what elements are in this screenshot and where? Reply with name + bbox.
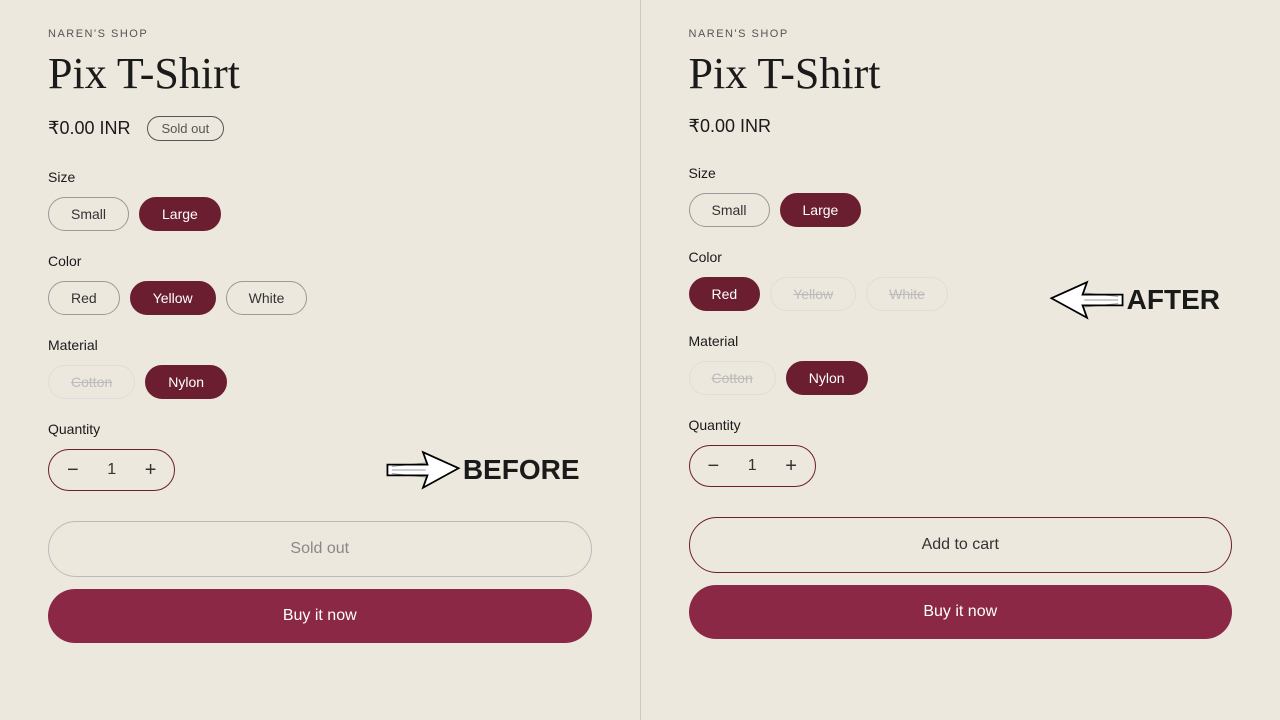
left-qty-minus[interactable]: − — [49, 450, 97, 490]
left-shop-name: NAREN'S SHOP — [48, 28, 592, 40]
left-qty-control: − 1 + — [48, 449, 175, 491]
left-size-options: Small Large — [48, 197, 592, 231]
right-quantity-row: − 1 + — [689, 445, 1233, 487]
left-material-label: Material — [48, 337, 592, 353]
left-buy-button[interactable]: Buy it now — [48, 589, 592, 643]
right-material-cotton: Cotton — [689, 361, 776, 395]
right-price: ₹0.00 INR — [689, 116, 772, 137]
right-size-label: Size — [689, 165, 1233, 181]
right-shop-name: NAREN'S SHOP — [689, 28, 1233, 40]
right-color-yellow: Yellow — [770, 277, 856, 311]
right-qty-minus[interactable]: − — [690, 446, 738, 486]
left-color-yellow[interactable]: Yellow — [130, 281, 216, 315]
right-qty-plus[interactable]: + — [767, 446, 815, 486]
left-size-large[interactable]: Large — [139, 197, 221, 231]
left-panel: NAREN'S SHOP Pix T-Shirt ₹0.00 INR Sold … — [0, 0, 641, 720]
left-quantity-label: Quantity — [48, 421, 592, 437]
left-sold-out-badge: Sold out — [147, 116, 225, 141]
left-qty-value: 1 — [97, 461, 127, 479]
left-color-label: Color — [48, 253, 592, 269]
left-price: ₹0.00 INR — [48, 118, 131, 139]
right-color-red[interactable]: Red — [689, 277, 761, 311]
right-color-label: Color — [689, 249, 1233, 265]
right-size-large[interactable]: Large — [780, 193, 862, 227]
right-size-options: Small Large — [689, 193, 1233, 227]
right-color-options: Red Yellow White — [689, 277, 1233, 311]
left-material-options: Cotton Nylon — [48, 365, 592, 399]
right-price-row: ₹0.00 INR — [689, 116, 1233, 137]
right-qty-control: − 1 + — [689, 445, 816, 487]
left-color-red[interactable]: Red — [48, 281, 120, 315]
right-material-nylon[interactable]: Nylon — [786, 361, 868, 395]
left-material-nylon[interactable]: Nylon — [145, 365, 227, 399]
left-size-small[interactable]: Small — [48, 197, 129, 231]
right-material-options: Cotton Nylon — [689, 361, 1233, 395]
left-sold-out-button: Sold out — [48, 521, 592, 577]
left-qty-plus[interactable]: + — [127, 450, 175, 490]
right-product-title: Pix T-Shirt — [689, 50, 1233, 98]
right-buy-button[interactable]: Buy it now — [689, 585, 1233, 639]
right-material-label: Material — [689, 333, 1233, 349]
left-color-white[interactable]: White — [226, 281, 308, 315]
left-material-cotton: Cotton — [48, 365, 135, 399]
left-color-options: Red Yellow White — [48, 281, 592, 315]
right-panel: NAREN'S SHOP Pix T-Shirt ₹0.00 INR Size … — [641, 0, 1280, 720]
left-size-label: Size — [48, 169, 592, 185]
right-add-to-cart-button[interactable]: Add to cart — [689, 517, 1233, 573]
left-product-title: Pix T-Shirt — [48, 50, 592, 98]
right-quantity-label: Quantity — [689, 417, 1233, 433]
right-qty-value: 1 — [737, 457, 767, 475]
left-quantity-row: − 1 + — [48, 449, 592, 491]
left-price-row: ₹0.00 INR Sold out — [48, 116, 592, 141]
right-color-white: White — [866, 277, 948, 311]
right-size-small[interactable]: Small — [689, 193, 770, 227]
